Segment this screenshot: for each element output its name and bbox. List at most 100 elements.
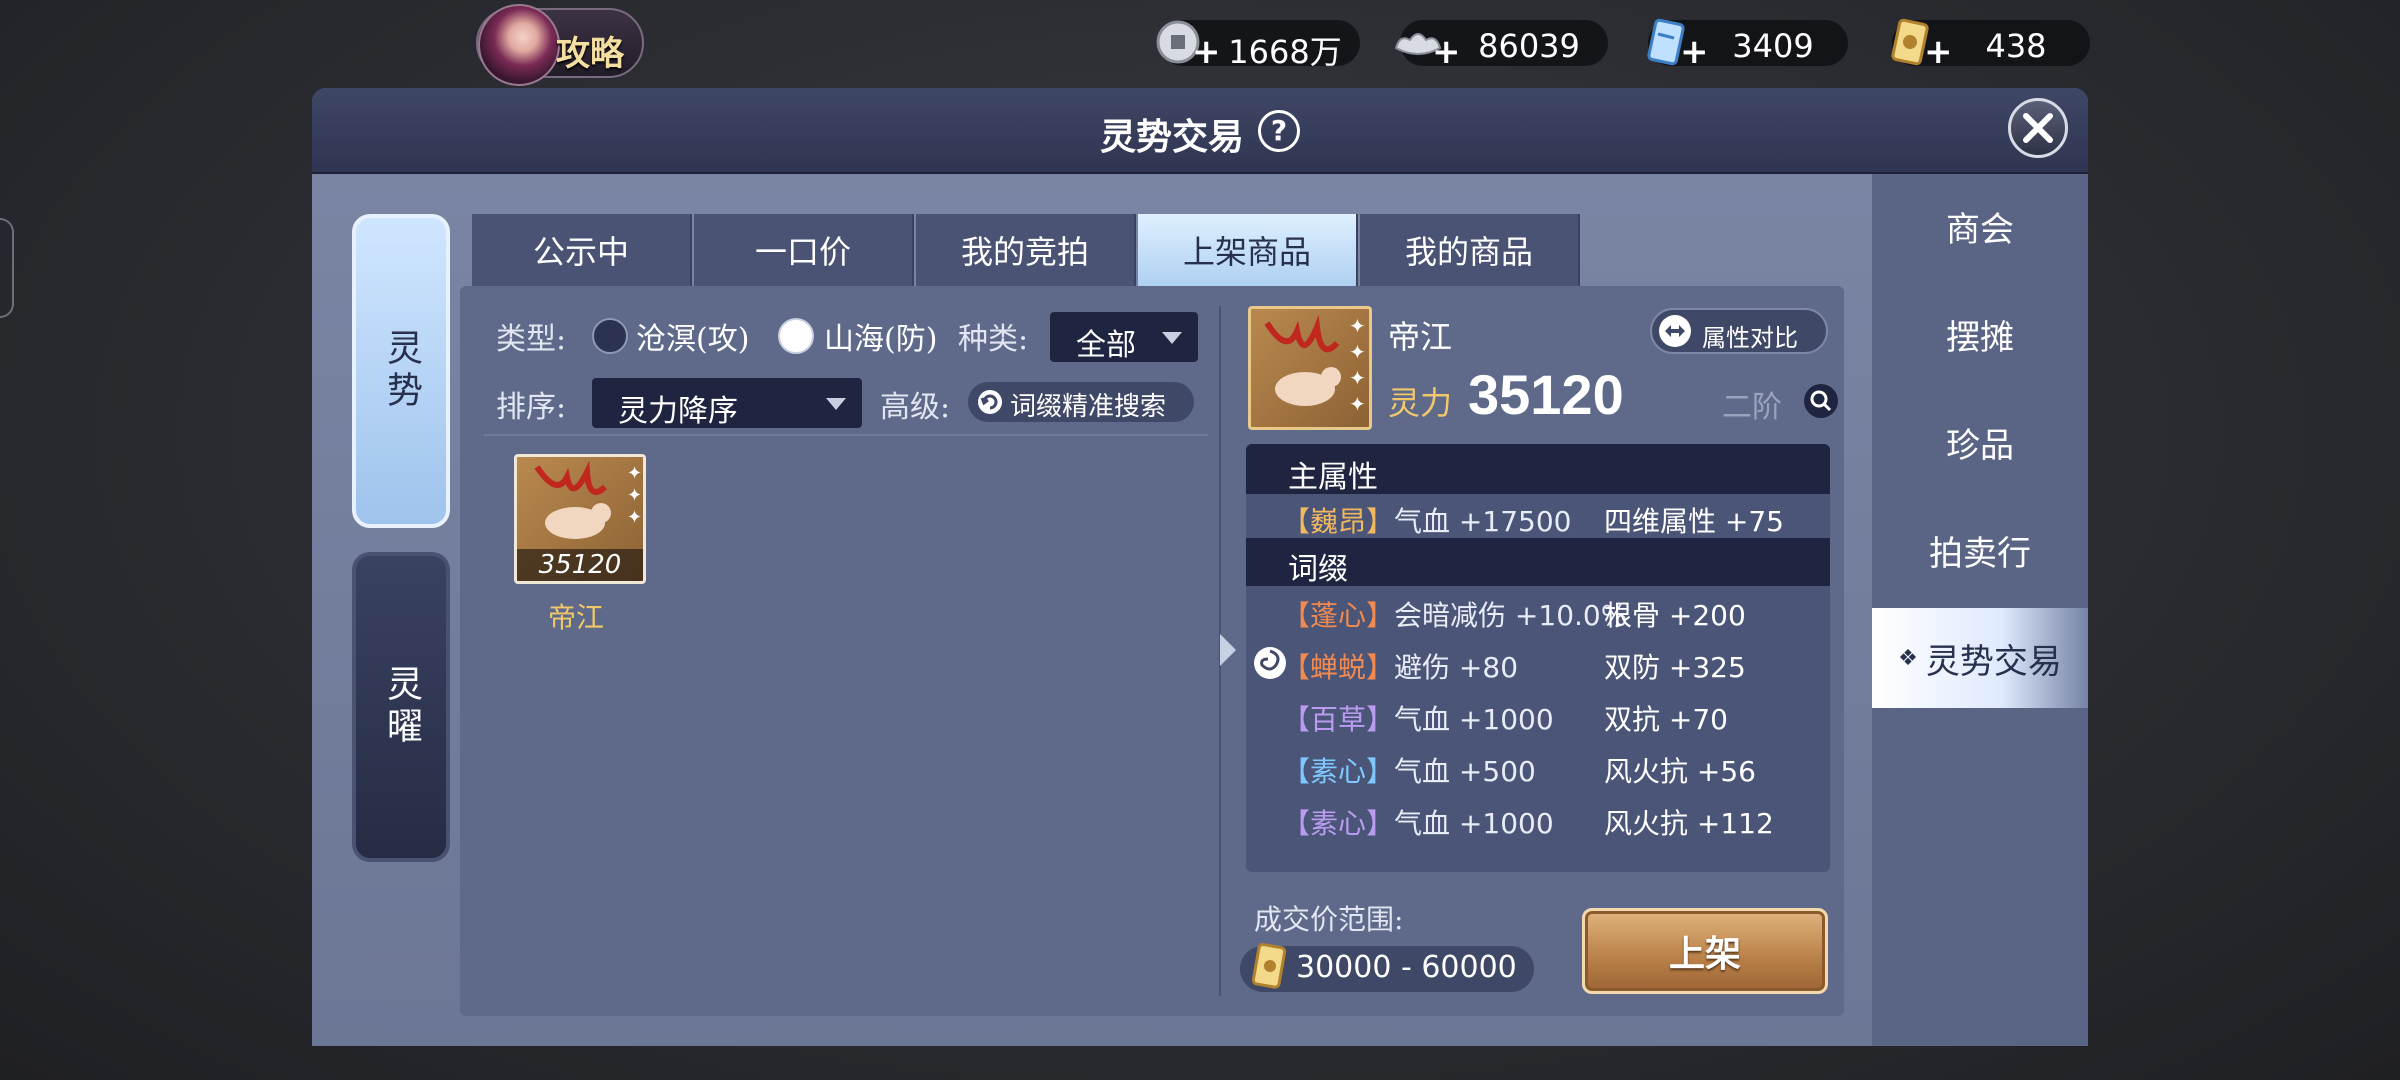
detail-thumbnail: ✦ ✦ ✦ ✦ bbox=[1248, 306, 1372, 430]
svg-text:✦: ✦ bbox=[1349, 366, 1366, 390]
svg-text:✦: ✦ bbox=[1349, 392, 1366, 416]
nav-lingshi-trade[interactable]: ❖ 灵势交易 bbox=[1872, 608, 2088, 708]
currency-gold-token[interactable]: + 438 bbox=[1891, 18, 2090, 69]
affix-search-button[interactable]: 词缀精准搜索 bbox=[968, 382, 1194, 422]
currency-value: 1668万 bbox=[1228, 33, 1342, 71]
tab-list-goods[interactable]: 上架商品 bbox=[1138, 214, 1358, 286]
magnify-button[interactable] bbox=[1804, 384, 1838, 418]
item-name: 帝江 bbox=[548, 601, 605, 634]
type-label: 类型: bbox=[496, 322, 567, 357]
close-button[interactable] bbox=[2008, 98, 2068, 158]
affix-row: 【蝉蜕】避伤 +80 bbox=[1282, 646, 1518, 686]
sort-select[interactable]: 灵力降序 bbox=[592, 378, 862, 429]
affix-row: 【素心】气血 +500 bbox=[1282, 750, 1536, 790]
tier-label: 二阶 bbox=[1722, 390, 1782, 425]
svg-text:✦: ✦ bbox=[627, 463, 642, 484]
chevron-down-icon bbox=[826, 398, 846, 410]
tab-my-goods[interactable]: 我的商品 bbox=[1360, 214, 1580, 286]
diamond-icon: ❖ bbox=[1898, 645, 1918, 671]
guide-avatar[interactable] bbox=[478, 4, 560, 86]
affix-value: 避伤 +80 bbox=[1394, 651, 1519, 684]
svg-text:✦: ✦ bbox=[1349, 340, 1366, 364]
compare-label: 属性对比 bbox=[1702, 324, 1798, 352]
chevron-down-icon bbox=[1162, 332, 1182, 344]
attr-value: 气血 +17500 bbox=[1394, 505, 1572, 538]
svg-text:✦: ✦ bbox=[627, 507, 642, 528]
beast-dijiang-icon: ✦ ✦ ✦ bbox=[534, 460, 642, 539]
svg-text:✦: ✦ bbox=[1349, 314, 1366, 338]
compare-arrows-icon bbox=[1659, 315, 1691, 347]
help-button[interactable]: ? bbox=[1258, 110, 1300, 152]
tab-lingshi[interactable]: 灵势 bbox=[352, 214, 450, 528]
beast-dijiang-icon: ✦ ✦ ✦ ✦ bbox=[1264, 314, 1366, 416]
affix-value: 气血 +1000 bbox=[1394, 703, 1554, 736]
tab-public[interactable]: 公示中 bbox=[472, 214, 692, 286]
attr-tag: 【巍昂】 bbox=[1282, 505, 1395, 538]
sort-label: 排序: bbox=[496, 390, 567, 425]
currency-value: 3409 bbox=[1732, 27, 1814, 65]
sort-select-value: 灵力降序 bbox=[618, 394, 738, 429]
panel-title: 灵势交易 bbox=[1100, 116, 1245, 158]
nav-treasure[interactable]: 珍品 bbox=[1872, 392, 2088, 492]
affix-tag: 【蝉蜕】 bbox=[1282, 651, 1395, 684]
affix-tag: 【蓬心】 bbox=[1282, 599, 1395, 632]
add-icon[interactable]: + bbox=[1192, 35, 1221, 69]
kind-label: 种类: bbox=[958, 322, 1029, 357]
detail-name: 帝江 bbox=[1388, 318, 1453, 356]
currency-value: 86039 bbox=[1478, 27, 1580, 65]
expand-arrow-icon[interactable] bbox=[1220, 634, 1236, 666]
item-power: 35120 bbox=[517, 549, 643, 581]
affix-value: 气血 +1000 bbox=[1394, 807, 1554, 840]
radio-defense-label[interactable]: 山海(防) bbox=[824, 314, 937, 358]
advanced-label: 高级: bbox=[880, 390, 951, 425]
affix-value: 会暗减伤 +10.0% bbox=[1394, 599, 1628, 632]
refresh-icon bbox=[978, 390, 1002, 414]
main-attr-row: 【巍昂】气血 +17500 bbox=[1282, 500, 1571, 540]
affix-value-2: 双防 +325 bbox=[1604, 651, 1746, 684]
list-item-button[interactable]: 上架 bbox=[1582, 908, 1828, 994]
add-icon[interactable]: + bbox=[1680, 35, 1709, 69]
affix-row: 【蓬心】会暗减伤 +10.0% bbox=[1282, 594, 1627, 634]
power-label: 灵力 bbox=[1388, 384, 1453, 422]
affix-header: 词缀 bbox=[1288, 552, 1348, 587]
main-attr-row-2: 四维属性 +75 bbox=[1604, 505, 1784, 538]
affix-tag: 【素心】 bbox=[1282, 755, 1395, 788]
affix-search-label: 词缀精准搜索 bbox=[1010, 392, 1167, 422]
add-icon[interactable]: + bbox=[1924, 35, 1953, 69]
currency-blue-token[interactable]: + 3409 bbox=[1647, 18, 1848, 69]
power-value: 35120 bbox=[1468, 363, 1624, 426]
main-attr-header: 主属性 bbox=[1288, 460, 1378, 495]
affix-value: 气血 +500 bbox=[1394, 755, 1536, 788]
price-range-value: 30000 - 60000 bbox=[1296, 950, 1517, 985]
price-range-label: 成交价范围: bbox=[1254, 903, 1404, 936]
nav-stall[interactable]: 摆摊 bbox=[1872, 284, 2088, 384]
affix-row: 【素心】气血 +1000 bbox=[1282, 802, 1554, 842]
kind-select[interactable]: 全部 bbox=[1050, 312, 1198, 363]
tab-lingyao[interactable]: 灵曜 bbox=[352, 552, 450, 862]
tab-my-bids[interactable]: 我的竞拍 bbox=[916, 214, 1136, 286]
nav-chamber[interactable]: 商会 bbox=[1872, 176, 2088, 276]
affix-tag: 【素心】 bbox=[1282, 807, 1395, 840]
radio-attack-label[interactable]: 沧溟(攻) bbox=[636, 314, 749, 358]
affix-value-2: 根骨 +200 bbox=[1604, 599, 1746, 632]
nav-auction[interactable]: 拍卖行 bbox=[1872, 500, 2088, 600]
svg-text:✦: ✦ bbox=[627, 485, 642, 506]
item-card-dijiang[interactable]: ✦ ✦ ✦ 35120 bbox=[514, 454, 646, 584]
gold-token-icon bbox=[1251, 943, 1287, 989]
affix-row: 【百草】气血 +1000 bbox=[1282, 698, 1554, 738]
kind-select-value: 全部 bbox=[1076, 328, 1136, 363]
add-icon[interactable]: + bbox=[1432, 35, 1461, 69]
guide-label: 攻略 bbox=[556, 34, 624, 74]
compare-button[interactable]: 属性对比 bbox=[1650, 308, 1828, 354]
radio-defense[interactable] bbox=[778, 318, 814, 354]
nav-lingshi-trade-label: 灵势交易 bbox=[1925, 641, 2062, 682]
edge-decoration bbox=[0, 218, 14, 318]
currency-silver[interactable]: + 86039 bbox=[1394, 20, 1608, 69]
currency-copper[interactable]: + 1668万 bbox=[1156, 20, 1360, 71]
search-icon bbox=[1810, 390, 1832, 412]
close-icon bbox=[2023, 113, 2053, 143]
tab-fixed-price[interactable]: 一口价 bbox=[694, 214, 914, 286]
currency-value: 438 bbox=[1985, 27, 2047, 65]
affix-value-2: 风火抗 +56 bbox=[1604, 755, 1756, 788]
radio-attack[interactable] bbox=[592, 318, 628, 354]
